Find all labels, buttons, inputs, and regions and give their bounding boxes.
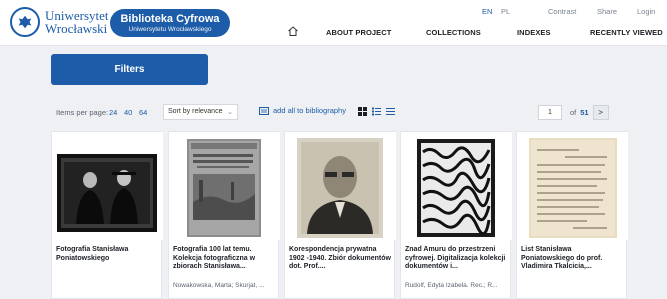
lang-en-link[interactable]: EN	[482, 7, 492, 16]
card-title[interactable]: List Stanisława Poniatowskiego do prof. …	[521, 246, 625, 272]
result-card[interactable]: Korespondencja prywatna 1902 -1940. Zbió…	[284, 131, 396, 299]
lang-pl-link[interactable]: PL	[501, 7, 510, 16]
nav-collections[interactable]: COLLECTIONS	[426, 28, 481, 37]
pagination: 1 of 51 >	[538, 104, 609, 120]
contrast-link[interactable]: Contrast	[548, 7, 576, 16]
card-thumbnail[interactable]	[285, 132, 396, 240]
add-all-label: add all to bibliography	[273, 106, 346, 115]
compact-list-view-icon[interactable]	[386, 107, 395, 116]
per-page-option-64[interactable]: 64	[139, 108, 147, 117]
nav-recently-viewed[interactable]: RECENTLY VIEWED	[590, 28, 663, 37]
list-view-icon[interactable]	[372, 107, 381, 116]
site-header: Uniwersytet Wrocławski Biblioteka Cyfrow…	[0, 0, 667, 46]
card-title[interactable]: Fotografia Stanisława Poniatowskiego	[56, 246, 160, 263]
total-pages[interactable]: 51	[580, 108, 588, 117]
sort-value: Sort by relevance	[168, 108, 223, 115]
result-card[interactable]: Fotografia Stanisława Poniatowskiego	[51, 131, 163, 299]
grid-view-icon[interactable]	[358, 107, 367, 116]
page-number-input[interactable]: 1	[538, 104, 562, 120]
card-title[interactable]: Korespondencja prywatna 1902 -1940. Zbió…	[289, 246, 393, 272]
card-author: Nowakowska, Marta; Skurjat, ...	[173, 282, 265, 289]
results-toolbar: Items per page: 24 40 64 Sort by relevan…	[51, 102, 625, 122]
items-per-page-label: Items per page:	[56, 108, 109, 117]
bibliography-icon	[259, 106, 269, 115]
chevron-down-icon: ⌄	[227, 109, 233, 116]
card-thumbnail[interactable]	[169, 132, 280, 240]
next-page-button[interactable]: >	[592, 104, 609, 120]
result-card[interactable]: List Stanisława Poniatowskiego do prof. …	[516, 131, 628, 299]
result-card[interactable]: Fotografia 100 lat temu. Kolekcja fotogr…	[168, 131, 280, 299]
sort-select[interactable]: Sort by relevance ⌄	[163, 104, 238, 120]
nav-indexes[interactable]: INDEXES	[517, 28, 551, 37]
login-link[interactable]: Login	[637, 7, 655, 16]
filters-label: Filters	[114, 64, 145, 75]
per-page-option-40[interactable]: 40	[124, 108, 132, 117]
filters-button[interactable]: Filters	[51, 54, 208, 85]
card-thumbnail[interactable]	[517, 132, 628, 240]
main-nav: ABOUT PROJECT COLLECTIONS INDEXES RECENT…	[0, 28, 667, 42]
card-thumbnail[interactable]	[52, 132, 163, 240]
view-mode-switcher	[358, 107, 395, 116]
nav-about-project[interactable]: ABOUT PROJECT	[326, 28, 391, 37]
card-author: Rudolf, Edyta Izabela. Rec.; R...	[405, 282, 498, 289]
share-link[interactable]: Share	[597, 7, 617, 16]
card-title[interactable]: Fotografia 100 lat temu. Kolekcja fotogr…	[173, 246, 277, 272]
card-thumbnail[interactable]	[401, 132, 512, 240]
add-all-to-bibliography-link[interactable]: add all to bibliography	[259, 106, 346, 115]
of-label: of	[570, 107, 577, 117]
library-title: Biblioteka Cyfrowa	[120, 13, 220, 25]
result-card[interactable]: Znad Amuru do przestrzeni cyfrowej. Digi…	[400, 131, 512, 299]
card-title[interactable]: Znad Amuru do przestrzeni cyfrowej. Digi…	[405, 246, 509, 272]
per-page-option-24[interactable]: 24	[109, 108, 117, 117]
